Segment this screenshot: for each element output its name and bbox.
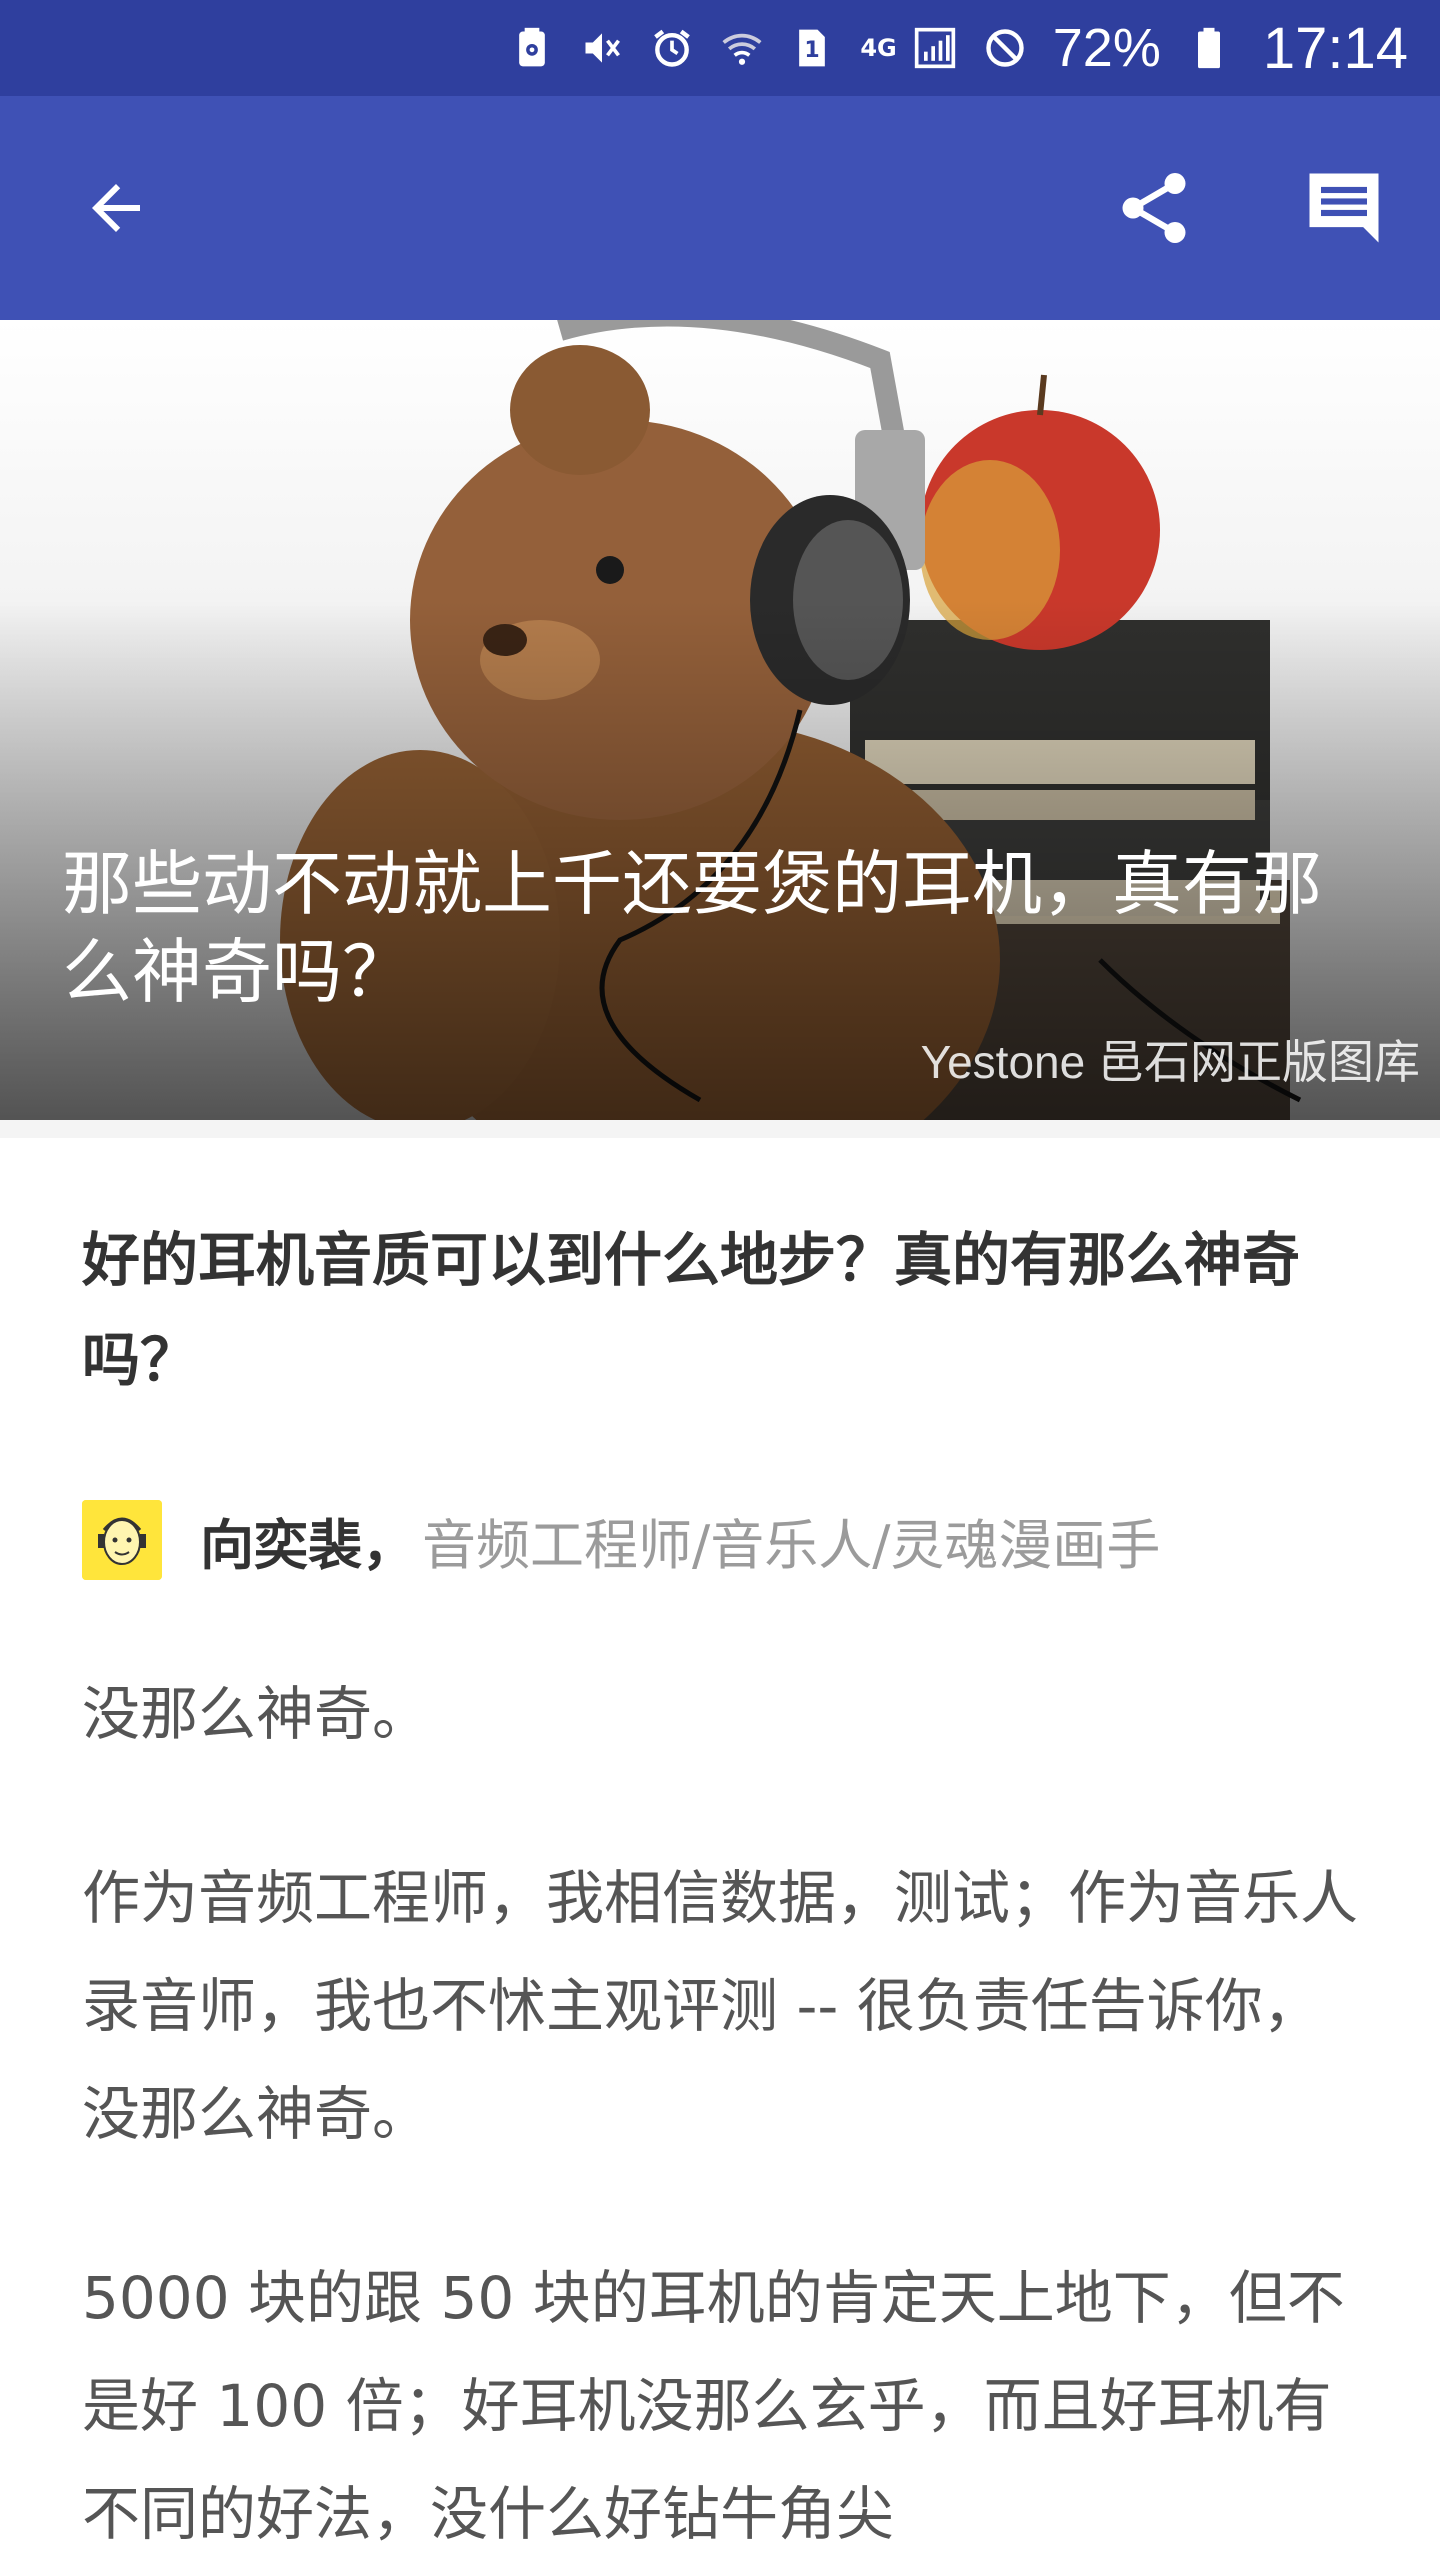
question-section: 好的耳机音质可以到什么地步？真的有那么神奇吗？ <box>82 1210 1372 1410</box>
status-bar: 1 4G 72% 17:14 <box>0 0 1440 96</box>
comment-button[interactable] <box>1290 154 1398 262</box>
author-name[interactable]: 向奕裴 <box>200 1501 362 1580</box>
question-title[interactable]: 好的耳机音质可以到什么地步？真的有那么神奇吗？ <box>82 1210 1372 1410</box>
avatar-illustration <box>82 1500 162 1580</box>
app-bar <box>0 96 1440 320</box>
answer-paragraph: 5000 块的跟 50 块的耳机的肯定天上地下，但不是好 100 倍；好耳机没那… <box>82 2264 1345 2548</box>
back-arrow-icon <box>92 184 140 232</box>
signal-icon <box>913 26 957 70</box>
hero-divider <box>0 1120 1440 1138</box>
hero-title: 那些动不动就上千还要煲的耳机，真有那么神奇吗？ <box>62 843 1322 1013</box>
nfc-icon <box>510 26 554 70</box>
hero-image[interactable]: 那些动不动就上千还要煲的耳机，真有那么神奇吗？ Yestone 邑石网正版图库 <box>0 320 1440 1120</box>
answer-body: 没那么神奇。 作为音频工程师，我相信数据，测试；作为音乐人录音师，我也不怵主观评… <box>82 1660 1372 2560</box>
share-icon <box>1122 173 1186 243</box>
back-button[interactable] <box>62 154 170 262</box>
answer-paragraph: 没那么神奇。 <box>82 1680 431 1748</box>
author-bio: 音频工程师/音乐人/灵魂漫画手 <box>422 1513 1161 1577</box>
svg-text:1: 1 <box>805 38 820 63</box>
share-button[interactable] <box>1100 154 1208 262</box>
alarm-icon <box>650 26 694 70</box>
wifi-icon <box>720 26 764 70</box>
clock: 17:14 <box>1262 15 1408 81</box>
author-row[interactable]: 向奕裴 ， 音频工程师/音乐人/灵魂漫画手 <box>82 1500 1160 1580</box>
author-separator: ， <box>362 1513 416 1577</box>
comment-icon <box>1309 173 1379 243</box>
battery-icon <box>1187 26 1231 70</box>
image-credit: Yestone 邑石网正版图库 <box>920 1036 1420 1088</box>
screen: 1 4G 72% 17:14 那些动不动就上千还要煲的耳机，真有那么神奇吗？ Y… <box>0 0 1440 2560</box>
mute-icon <box>580 26 624 70</box>
battery-percentage: 72% <box>1052 18 1161 78</box>
sim-icon: 1 <box>790 26 834 70</box>
network-type-label: 4G <box>860 34 897 62</box>
do-not-disturb-icon <box>983 26 1027 70</box>
answer-paragraph: 作为音频工程师，我相信数据，测试；作为音乐人录音师，我也不怵主观评测 -- 很负… <box>82 1864 1359 2148</box>
avatar[interactable] <box>82 1500 162 1580</box>
